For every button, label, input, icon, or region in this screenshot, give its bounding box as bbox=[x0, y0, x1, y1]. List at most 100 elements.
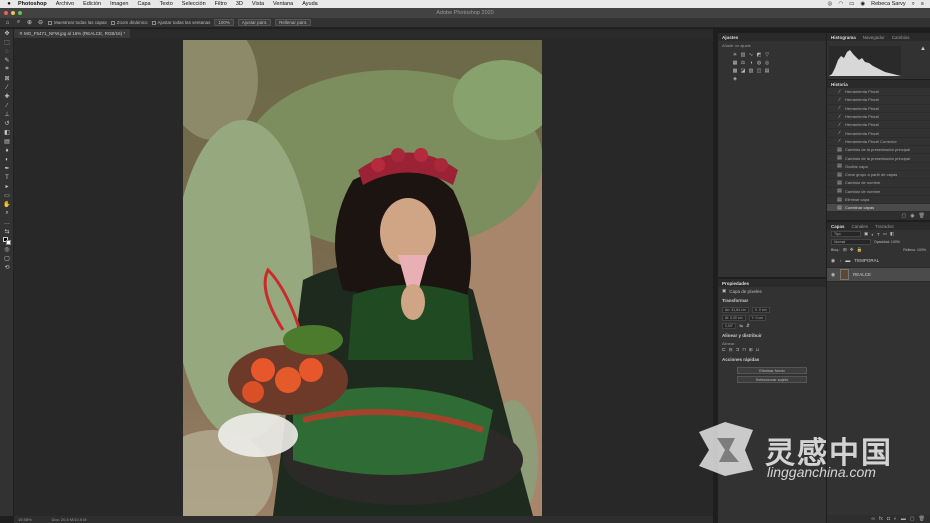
history-item[interactable]: ▤ Cambiar de la presentación principal bbox=[827, 146, 930, 155]
history-item[interactable]: ∕ Herramienta Pincel bbox=[827, 105, 930, 113]
layer-row-realce[interactable]: ◉ REALCE bbox=[827, 268, 930, 282]
remove-background-button[interactable]: Eliminar fondo bbox=[737, 367, 807, 374]
align-top-icon[interactable]: ⊓ bbox=[742, 347, 746, 353]
fit-screen-button[interactable]: Ajustar pant. bbox=[237, 19, 272, 26]
history-item[interactable]: ▤ Cambiar de la presentación principal bbox=[827, 154, 930, 163]
invert-icon[interactable]: ◪ bbox=[740, 68, 746, 74]
shape-tool-icon[interactable]: ▭ bbox=[0, 191, 14, 200]
stamp-tool-icon[interactable]: ⊥ bbox=[0, 110, 14, 119]
selective-color-icon[interactable]: ◈ bbox=[732, 76, 738, 82]
history-item[interactable]: ▤ Cambiar de nombre bbox=[827, 179, 930, 188]
align-right-icon[interactable]: ⊐ bbox=[736, 347, 740, 353]
lasso-tool-icon[interactable]: ◌ bbox=[0, 47, 14, 56]
frame-tool-icon[interactable]: ⊠ bbox=[0, 74, 14, 83]
fx-icon[interactable]: fx bbox=[879, 516, 883, 522]
adjustment-layer-icon[interactable]: ◐ bbox=[894, 516, 897, 522]
layer-row-temporal[interactable]: ◉ › ▬ TEMPORAL bbox=[827, 254, 930, 268]
filter-shape-icon[interactable]: ▭ bbox=[883, 231, 887, 237]
opacity-field[interactable]: Opacidad: 100% bbox=[874, 240, 900, 244]
y-field[interactable]: Y: 0 cm bbox=[748, 315, 767, 321]
history-item[interactable]: ▤ Cambiar de nombre bbox=[827, 188, 930, 196]
menu-filtro[interactable]: Filtro bbox=[215, 1, 227, 7]
zoom-100-button[interactable]: 100% bbox=[214, 19, 234, 26]
hand-tool-icon[interactable]: ✋ bbox=[0, 200, 14, 209]
brush-tool-icon[interactable]: ∕ bbox=[0, 101, 14, 110]
lookup-icon[interactable]: ▩ bbox=[732, 68, 738, 74]
photo-filter-icon[interactable]: ◍ bbox=[756, 60, 762, 66]
history-item[interactable]: ∕ Herramienta Pincel bbox=[827, 96, 930, 105]
flip-horizontal-icon[interactable]: ⇋ bbox=[739, 323, 743, 329]
tab-ajustes[interactable]: Ajustes bbox=[722, 35, 738, 40]
filter-smart-icon[interactable]: ◧ bbox=[890, 231, 894, 237]
lock-position-icon[interactable]: ✥ bbox=[850, 247, 854, 253]
link-icon[interactable]: ∞ bbox=[871, 516, 875, 522]
lock-pixels-icon[interactable]: ⊞ bbox=[843, 247, 847, 253]
menu-vista[interactable]: Vista bbox=[252, 1, 264, 7]
history-brush-icon[interactable]: ↺ bbox=[0, 119, 14, 128]
move-tool-icon[interactable]: ✥ bbox=[0, 29, 14, 38]
align-middle-icon[interactable]: ⊞ bbox=[749, 347, 753, 353]
tab-historia[interactable]: Historia bbox=[831, 82, 848, 87]
screen-mode-icon[interactable]: ▢ bbox=[0, 254, 14, 263]
fill-screen-button[interactable]: Rellenar pant. bbox=[275, 19, 312, 26]
posterize-icon[interactable]: ▨ bbox=[748, 68, 754, 74]
user-avatar-icon[interactable]: ◉ bbox=[860, 1, 865, 7]
menu-archivo[interactable]: Archivo bbox=[56, 1, 74, 7]
chevron-right-icon[interactable]: › bbox=[840, 258, 841, 263]
tab-propiedades[interactable]: Propiedades bbox=[722, 281, 749, 286]
layer-kind-select[interactable]: Tipo bbox=[831, 231, 861, 237]
group-icon[interactable]: ▬ bbox=[901, 516, 906, 522]
curves-icon[interactable]: ∿ bbox=[748, 52, 754, 58]
bw-icon[interactable]: ◑ bbox=[748, 60, 754, 66]
doc-size[interactable]: Doc: 20,5 M/10,6 M bbox=[52, 517, 87, 522]
lock-all-icon[interactable]: 🔒 bbox=[857, 247, 863, 253]
creative-cloud-icon[interactable]: ◎ bbox=[828, 1, 833, 7]
path-select-icon[interactable]: ▸ bbox=[0, 182, 14, 191]
sample-all-checkbox[interactable]: Muestrear todas las capas bbox=[48, 20, 107, 25]
visibility-eye-icon[interactable]: ◉ bbox=[830, 272, 836, 278]
color-balance-icon[interactable]: ⚖ bbox=[740, 60, 746, 66]
minimize-icon[interactable] bbox=[11, 11, 15, 15]
warning-icon[interactable]: ▲ bbox=[920, 46, 926, 52]
history-item[interactable]: ▤ Crear grupo a partir de capas bbox=[827, 171, 930, 180]
vibrance-icon[interactable]: ▽ bbox=[764, 52, 770, 58]
quick-select-tool-icon[interactable]: ✎ bbox=[0, 56, 14, 65]
healing-tool-icon[interactable]: ✚ bbox=[0, 92, 14, 101]
height-field[interactable]: Al: 0,00 cm bbox=[722, 315, 746, 321]
flip-vertical-icon[interactable]: ⇵ bbox=[746, 323, 750, 329]
trash-icon[interactable]: 🗑 bbox=[919, 213, 925, 219]
history-item[interactable]: ▤ Eliminar capa bbox=[827, 196, 930, 205]
apple-icon[interactable]: ● bbox=[0, 1, 18, 7]
mask-icon[interactable]: ◘ bbox=[887, 516, 890, 522]
home-icon[interactable]: ⌂ bbox=[4, 19, 11, 26]
x-field[interactable]: X: 0 cm bbox=[751, 307, 770, 313]
new-document-icon[interactable]: ▢ bbox=[902, 213, 907, 219]
wifi-icon[interactable]: ◠ bbox=[838, 1, 843, 7]
zoom-in-icon[interactable]: ⊕ bbox=[26, 19, 33, 26]
type-tool-icon[interactable]: T bbox=[0, 173, 14, 182]
menu-texto[interactable]: Texto bbox=[160, 1, 173, 7]
search-icon[interactable]: ⌕ bbox=[912, 1, 915, 8]
menu-3d[interactable]: 3D bbox=[236, 1, 243, 7]
filter-pixel-icon[interactable]: ▣ bbox=[864, 231, 868, 237]
select-subject-button[interactable]: Seleccionar sujeto bbox=[737, 376, 807, 383]
gradient-tool-icon[interactable]: ▤ bbox=[0, 137, 14, 146]
width-field[interactable]: An: 31,64 cm bbox=[722, 307, 749, 313]
tab-cambios[interactable]: Cambios bbox=[892, 35, 910, 40]
menu-photoshop[interactable]: Photoshop bbox=[18, 1, 47, 7]
visibility-eye-icon[interactable]: ◉ bbox=[830, 258, 836, 264]
history-item[interactable]: ∕ Herramienta Pincel bbox=[827, 88, 930, 97]
history-item[interactable]: ∕ Herramienta Pincel bbox=[827, 129, 930, 138]
document-photo[interactable] bbox=[183, 40, 542, 516]
quick-mask-icon[interactable]: ◎ bbox=[0, 245, 14, 254]
align-section-title[interactable]: Alinear y distribuir bbox=[718, 330, 826, 341]
crop-tool-icon[interactable]: ⌗ bbox=[0, 65, 14, 74]
rotate-view-icon[interactable]: ⟲ bbox=[0, 263, 14, 272]
document-tab[interactable]: ✕ MG_F5471_NFW.jpg al 16% (REALCE, RGB/1… bbox=[14, 29, 131, 38]
user-name[interactable]: Rebeca Sarvy bbox=[871, 1, 906, 7]
align-center-icon[interactable]: ⊟ bbox=[729, 347, 733, 353]
zoom-tool-side-icon[interactable]: ⌕ bbox=[0, 209, 14, 218]
gradient-map-icon[interactable]: ▤ bbox=[764, 68, 770, 74]
align-bottom-icon[interactable]: ⊔ bbox=[756, 347, 760, 353]
more-tools-icon[interactable]: … bbox=[0, 218, 14, 227]
